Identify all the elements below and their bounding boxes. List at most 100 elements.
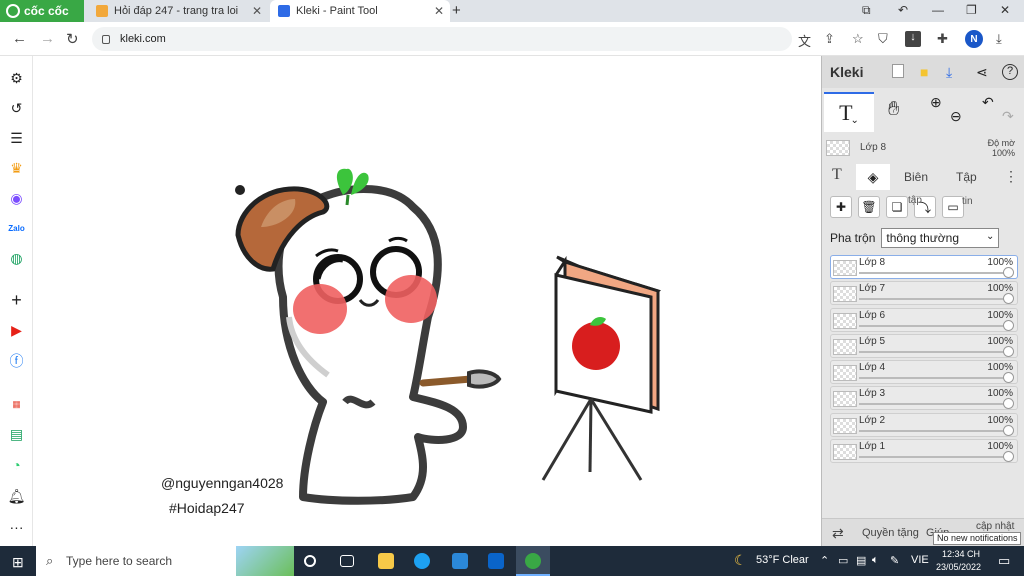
messenger-icon[interactable]: ◉ — [8, 190, 25, 207]
language-indicator[interactable]: VIE — [911, 554, 929, 566]
drawing-canvas[interactable]: @nguyenngan4028 #Hoidap247 — [33, 57, 821, 546]
game-controller-icon[interactable]: ◍ — [8, 250, 25, 267]
more-options-icon[interactable]: ··· — [8, 518, 25, 535]
reading-list-icon[interactable]: ☰ — [8, 130, 25, 147]
downloads-icon[interactable]: ⤓ — [996, 31, 1002, 47]
settings-gear-icon[interactable]: ⚙ — [8, 70, 25, 87]
rename-layer-button[interactable]: ▭ — [942, 196, 964, 218]
help-icon[interactable]: ? — [1002, 64, 1018, 80]
delete-layer-button[interactable]: 🗑︎ — [858, 196, 880, 218]
layer-row[interactable]: Lớp 1 100% — [830, 439, 1018, 464]
network-icon[interactable]: ▤ — [856, 554, 866, 567]
opacity-slider-knob[interactable] — [1003, 398, 1014, 410]
weather-text[interactable]: 53°F Clear — [756, 554, 809, 566]
add-sidebar-app-icon[interactable]: + — [8, 290, 25, 310]
open-folder-icon[interactable]: ■ — [920, 64, 928, 80]
address-bar[interactable]: kleki.com — [92, 27, 792, 51]
tab-hoidap247[interactable]: Hỏi đáp 247 - trang tra loi ✕ — [88, 0, 268, 22]
close-tab-icon[interactable]: ✕ — [252, 4, 262, 18]
share-icon[interactable]: ⋖ — [976, 64, 988, 81]
calendar-icon[interactable]: ▦ — [8, 396, 25, 413]
tab-search-icon[interactable]: ⧉ — [862, 3, 871, 18]
notifications-bell-icon[interactable]: 🔔︎ — [8, 488, 26, 505]
layer-row[interactable]: Lớp 7 100% — [830, 281, 1018, 306]
opacity-slider-knob[interactable] — [1003, 451, 1014, 463]
hand-tool-icon[interactable]: ✋︎ — [888, 98, 899, 121]
facebook-icon[interactable]: ⓕ — [8, 352, 25, 369]
text-tool-button[interactable]: T ⌄ — [824, 92, 874, 132]
rotate-button[interactable]: Quyền tặng — [862, 527, 919, 539]
duplicate-layer-button[interactable]: ❏ — [886, 196, 908, 218]
clock-time[interactable]: 12:34 CH — [942, 549, 980, 559]
file-explorer-icon[interactable] — [378, 553, 394, 569]
task-view-icon[interactable] — [340, 555, 354, 567]
opacity-slider-knob[interactable] — [1003, 267, 1014, 278]
redo-icon[interactable]: ↷ — [1002, 108, 1014, 125]
layer-row[interactable]: Lớp 6 100% — [830, 307, 1018, 332]
back-button[interactable]: ← — [12, 30, 27, 47]
new-file-icon[interactable] — [892, 64, 904, 78]
clock-date[interactable]: 23/05/2022 — [936, 562, 981, 572]
close-window-button[interactable]: ✕ — [1000, 3, 1010, 17]
layer-row[interactable]: Lớp 8 100% — [830, 255, 1018, 279]
taskbar-search-box[interactable]: ⌕ Type here to search — [36, 546, 294, 576]
show-hidden-icons[interactable]: ⌃ — [820, 554, 829, 567]
layer-row[interactable]: Lớp 4 100% — [830, 360, 1018, 385]
back-forward-cache-icon[interactable]: ↶ — [898, 3, 908, 17]
tab-edit[interactable]: Biên — [904, 170, 928, 184]
download-savior-icon[interactable]: ↓ — [905, 31, 921, 47]
restore-button[interactable]: ❐ — [966, 3, 977, 17]
history-icon[interactable]: ↺ — [8, 100, 25, 117]
extensions-icon[interactable]: ✚ — [937, 31, 948, 47]
update-button[interactable]: cập nhật — [976, 521, 1014, 532]
spreadsheet-icon[interactable]: ▤ — [8, 426, 25, 443]
swap-arrows-icon[interactable]: ⇄ — [832, 525, 844, 542]
crown-icon[interactable]: ♛ — [8, 160, 25, 177]
zoom-in-icon[interactable]: ⊕ — [930, 94, 942, 111]
zoom-out-icon[interactable]: ⊖ — [950, 108, 962, 125]
close-tab-icon[interactable]: ✕ — [434, 4, 444, 18]
layer-thumbnail — [833, 365, 857, 382]
add-layer-button[interactable]: ✚ — [830, 196, 852, 218]
zalo-icon[interactable]: Zalo — [8, 220, 25, 237]
mail-icon[interactable] — [488, 553, 504, 569]
layer-row[interactable]: Lớp 2 100% — [830, 412, 1018, 437]
opacity-slider-knob[interactable] — [1003, 319, 1014, 331]
tab-layers[interactable]: ◈ — [856, 164, 890, 190]
tab-kleki[interactable]: Kleki - Paint Tool ✕ — [270, 0, 450, 22]
layer-row[interactable]: Lớp 3 100% — [830, 386, 1018, 411]
blend-mode-select[interactable]: thông thường ⌄ — [881, 228, 1000, 248]
kleki-logo[interactable]: Kleki — [830, 64, 863, 80]
more-menu-icon[interactable]: ⋮ — [1004, 168, 1018, 185]
layer-row[interactable]: Lớp 5 100% — [830, 333, 1018, 358]
action-center-icon[interactable]: ▭ — [998, 553, 1010, 569]
opacity-slider-knob[interactable] — [1003, 293, 1014, 305]
download-save-icon[interactable]: ⤓ — [946, 64, 952, 81]
device-icon[interactable]: ▭ — [838, 554, 848, 567]
windows-start-icon[interactable]: ⊞ — [12, 554, 24, 571]
undo-icon[interactable]: ↶ — [982, 94, 994, 111]
volume-icon[interactable]: 🔈︎ — [872, 554, 879, 567]
translate-icon[interactable]: 文 — [798, 31, 811, 50]
new-tab-button[interactable]: + — [452, 2, 461, 19]
tab-text[interactable]: T — [832, 166, 842, 184]
coccoc-taskbar-button[interactable] — [516, 546, 550, 576]
coccoc-menu-button[interactable]: cốc cốc — [0, 0, 84, 22]
opacity-slider-knob[interactable] — [1003, 372, 1014, 384]
profile-avatar[interactable]: N — [965, 30, 983, 48]
opacity-slider-knob[interactable] — [1003, 424, 1014, 436]
cortana-icon[interactable] — [304, 555, 316, 567]
pen-icon[interactable]: ✎ — [890, 554, 899, 567]
opacity-slider-knob[interactable] — [1003, 345, 1014, 357]
microsoft-store-icon[interactable] — [452, 553, 468, 569]
forward-button[interactable]: → — [40, 30, 55, 47]
edge-browser-icon[interactable] — [414, 553, 430, 569]
bookmark-star-icon[interactable]: ☆ — [852, 31, 864, 47]
maps-icon[interactable]: ◔ — [8, 456, 25, 473]
tab-file[interactable]: Tập — [956, 170, 977, 184]
minimize-button[interactable]: — — [932, 3, 944, 17]
reload-button[interactable]: ↻ — [66, 30, 79, 48]
share-icon[interactable]: ⇪ — [824, 31, 835, 47]
shield-icon[interactable]: ⛉ — [878, 31, 888, 47]
youtube-icon[interactable]: ▶ — [8, 322, 25, 339]
